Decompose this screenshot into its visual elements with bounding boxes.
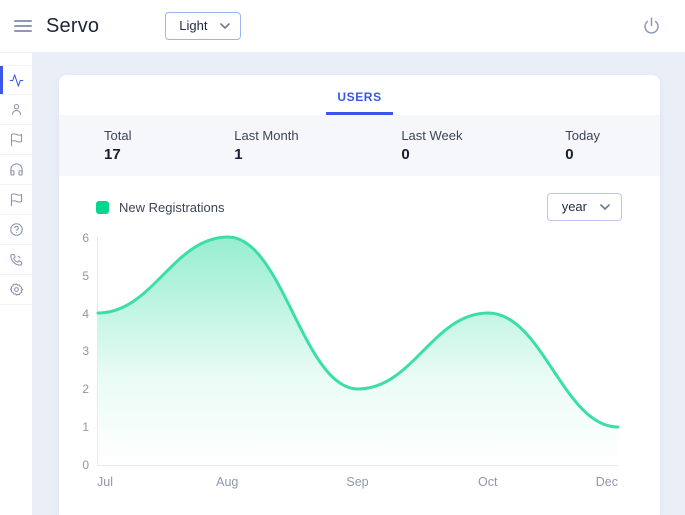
sidebar-item-reports[interactable] bbox=[0, 185, 32, 215]
stat-today: Today 0 bbox=[565, 128, 600, 163]
sidebar bbox=[0, 53, 33, 515]
registrations-area-chart: 6543210 JulAugSepOc bbox=[59, 230, 660, 494]
chart-plot bbox=[97, 237, 618, 466]
chevron-down-icon bbox=[220, 23, 230, 29]
main-content: USERS Total 17 Last Month 1 Last Week 0 … bbox=[33, 53, 685, 515]
topbar: Servo Light bbox=[0, 0, 685, 53]
y-tick-label: 2 bbox=[82, 382, 89, 396]
y-tick-label: 5 bbox=[82, 269, 89, 283]
headphones-icon bbox=[9, 162, 24, 177]
flag-icon bbox=[9, 132, 24, 147]
theme-select-value: Light bbox=[179, 18, 207, 33]
area-chart-svg bbox=[98, 237, 618, 465]
sidebar-item-help[interactable] bbox=[0, 215, 32, 245]
y-tick-label: 3 bbox=[82, 344, 89, 358]
power-button[interactable] bbox=[639, 14, 663, 38]
x-tick-label: Aug bbox=[216, 475, 238, 489]
y-tick-label: 6 bbox=[82, 231, 89, 245]
power-icon bbox=[641, 16, 662, 37]
stat-label: Last Month bbox=[234, 128, 298, 143]
x-axis: Jul Aug Sep Oct Dec bbox=[97, 475, 618, 491]
sidebar-item-settings[interactable] bbox=[0, 275, 32, 305]
help-circle-icon bbox=[9, 222, 24, 237]
stat-value: 0 bbox=[565, 146, 600, 163]
stat-value: 1 bbox=[234, 146, 298, 163]
app-title: Servo bbox=[46, 15, 99, 38]
chevron-down-icon bbox=[600, 204, 610, 210]
theme-select[interactable]: Light bbox=[165, 12, 241, 40]
stat-label: Today bbox=[565, 128, 600, 143]
y-tick-label: 4 bbox=[82, 307, 89, 321]
stat-value: 0 bbox=[401, 146, 462, 163]
stat-total: Total 17 bbox=[104, 128, 131, 163]
range-select[interactable]: year bbox=[547, 193, 622, 221]
stat-label: Total bbox=[104, 128, 131, 143]
x-tick-label: Oct bbox=[478, 475, 497, 489]
stat-last-week: Last Week 0 bbox=[401, 128, 462, 163]
sidebar-item-flag[interactable] bbox=[0, 125, 32, 155]
legend-label: New Registrations bbox=[119, 200, 225, 215]
sidebar-item-support[interactable] bbox=[0, 155, 32, 185]
stat-label: Last Week bbox=[401, 128, 462, 143]
sidebar-item-calls[interactable] bbox=[0, 245, 32, 275]
y-tick-label: 0 bbox=[82, 458, 89, 472]
range-select-value: year bbox=[562, 199, 587, 214]
x-tick-label: Sep bbox=[346, 475, 368, 489]
sidebar-item-activity[interactable] bbox=[0, 65, 32, 95]
hamburger-menu-icon[interactable] bbox=[14, 20, 32, 32]
stats-row: Total 17 Last Month 1 Last Week 0 Today … bbox=[59, 115, 660, 176]
chart-legend: New Registrations bbox=[96, 200, 225, 215]
x-tick-label: Dec bbox=[596, 475, 618, 489]
users-card: USERS Total 17 Last Month 1 Last Week 0 … bbox=[59, 75, 660, 515]
tab-users[interactable]: USERS bbox=[326, 75, 392, 115]
chart-header: New Registrations year bbox=[59, 176, 660, 221]
legend-swatch bbox=[96, 201, 109, 214]
stat-last-month: Last Month 1 bbox=[234, 128, 298, 163]
user-icon bbox=[9, 102, 24, 117]
y-tick-label: 1 bbox=[82, 420, 89, 434]
x-tick-label: Jul bbox=[97, 475, 113, 489]
phone-call-icon bbox=[9, 252, 24, 267]
tabs-row: USERS bbox=[59, 75, 660, 115]
stat-value: 17 bbox=[104, 146, 131, 163]
y-axis: 6 5 4 3 2 1 0 bbox=[59, 231, 89, 472]
activity-icon bbox=[9, 73, 24, 88]
settings-gear-icon bbox=[9, 282, 24, 297]
flag-icon-2 bbox=[9, 192, 24, 207]
sidebar-item-users[interactable] bbox=[0, 95, 32, 125]
